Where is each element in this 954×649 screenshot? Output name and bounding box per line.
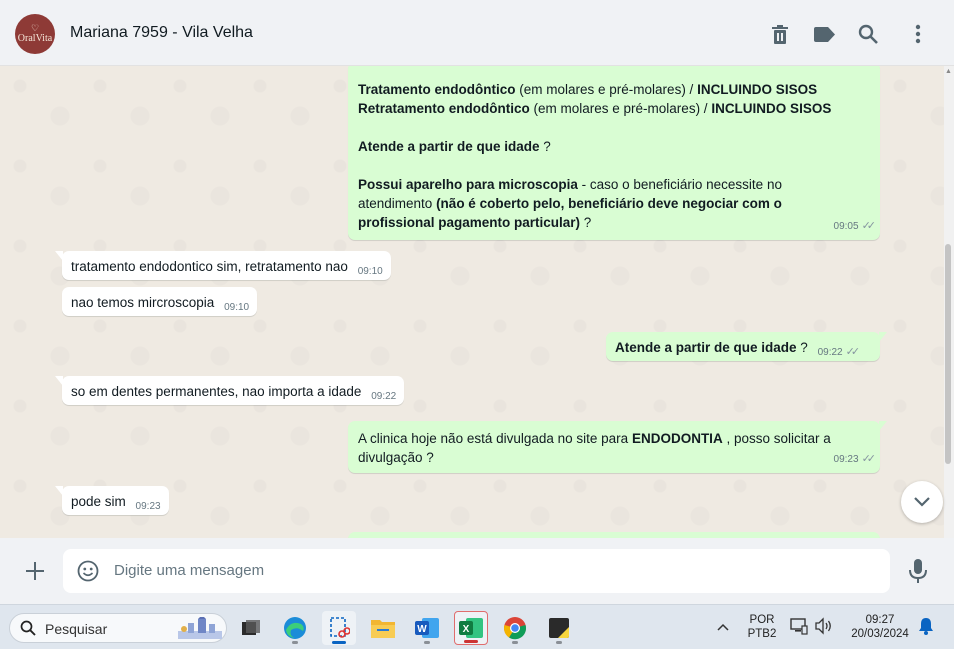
file-explorer-icon[interactable] bbox=[366, 611, 400, 645]
microphone-icon[interactable] bbox=[906, 558, 930, 584]
tooth-logo-icon: ♡ bbox=[30, 23, 40, 33]
notifications-bell-icon[interactable] bbox=[918, 617, 934, 640]
chat-scrollbar-thumb[interactable] bbox=[945, 244, 951, 464]
network-icon[interactable] bbox=[790, 617, 808, 640]
message-text: (em molares e pré-molares) / bbox=[515, 82, 698, 97]
sticky-notes-icon[interactable] bbox=[542, 611, 576, 645]
bubble-tail bbox=[55, 486, 63, 496]
message-line: Atende a partir de que idade ? bbox=[358, 137, 870, 156]
read-checkmarks-icon: ✓✓ bbox=[861, 453, 877, 465]
bubble-tail bbox=[879, 421, 887, 431]
svg-text:X: X bbox=[463, 624, 470, 635]
taskbar-search-label: Pesquisar bbox=[45, 621, 108, 637]
contact-name[interactable]: Mariana 7959 - Vila Velha bbox=[70, 24, 253, 42]
message-input-placeholder: Digite uma mensagem bbox=[114, 562, 265, 579]
avatar-logo-text: OralVita bbox=[17, 33, 53, 44]
message-input[interactable]: Digite uma mensagem bbox=[63, 549, 890, 593]
message-composer: Digite uma mensagem bbox=[0, 538, 954, 604]
volume-icon[interactable] bbox=[815, 617, 833, 640]
read-checkmarks-icon: ✓✓ bbox=[845, 346, 861, 358]
show-hidden-icons-chevron-up-icon[interactable] bbox=[717, 618, 729, 636]
more-vertical-icon[interactable] bbox=[906, 22, 930, 46]
message-line: A clinica hoje não está divulgada no sit… bbox=[358, 429, 858, 467]
message-text: (em molares e pré-molares) / bbox=[529, 101, 712, 116]
running-indicator bbox=[332, 641, 346, 644]
message-time: 09:10 bbox=[224, 302, 250, 313]
attach-plus-icon[interactable] bbox=[22, 558, 48, 584]
message-incoming[interactable]: pode sim 09:23 bbox=[55, 486, 169, 515]
taskbar-search-box[interactable]: Pesquisar bbox=[9, 613, 227, 643]
svg-text:W: W bbox=[417, 624, 427, 635]
language-code: POR bbox=[749, 614, 775, 626]
running-indicator bbox=[424, 641, 430, 644]
running-indicator bbox=[464, 640, 478, 643]
message-time: 09:22 bbox=[817, 347, 843, 358]
message-bold-text: Retratamento endodôntico bbox=[358, 101, 530, 116]
bubble-tail bbox=[55, 251, 63, 261]
message-incoming[interactable]: tratamento endodontico sim, retratamento… bbox=[55, 251, 391, 280]
search-icon[interactable] bbox=[856, 22, 880, 46]
message-incoming[interactable]: so em dentes permanentes, nao importa a … bbox=[55, 376, 405, 405]
clock-date: 20/03/2024 bbox=[851, 628, 909, 640]
chevron-down-icon bbox=[914, 497, 930, 507]
message-outgoing[interactable]: Atende a partir de que idade ? 09:22 ✓✓ bbox=[606, 332, 887, 361]
message-time: 09:22 bbox=[371, 391, 397, 402]
trash-icon[interactable] bbox=[768, 22, 792, 46]
contact-avatar[interactable]: ♡ OralVita bbox=[15, 14, 55, 54]
message-time: 09:23 bbox=[833, 454, 859, 465]
windows-taskbar: Pesquisar W X POR PTB2 09:27 20/03/2024 bbox=[0, 604, 954, 649]
chrome-icon[interactable] bbox=[498, 611, 532, 645]
message-text: ? bbox=[796, 340, 808, 355]
message-list[interactable]: Tratamento endodôntico (em molares e pré… bbox=[0, 66, 954, 538]
message-text: ? bbox=[580, 215, 592, 230]
bubble-tail bbox=[879, 332, 887, 342]
scroll-to-bottom-button[interactable] bbox=[901, 481, 943, 523]
clock-time: 09:27 bbox=[865, 614, 895, 626]
message-time: 09:10 bbox=[357, 266, 383, 277]
message-text: A clinica hoje não está divulgada no sit… bbox=[358, 431, 632, 446]
message-bold-text: Tratamento endodôntico bbox=[358, 82, 516, 97]
scroll-up-arrow-icon[interactable]: ▲ bbox=[945, 68, 952, 75]
message-line: Retratamento endodôntico (em molares e p… bbox=[358, 99, 870, 118]
message-line: Tratamento endodôntico (em molares e pré… bbox=[358, 80, 870, 99]
chat-header: ♡ OralVita Mariana 7959 - Vila Velha bbox=[0, 0, 954, 66]
message-bold-text: Atende a partir de que idade bbox=[615, 340, 797, 355]
message-text: so em dentes permanentes, nao importa a … bbox=[71, 384, 362, 399]
message-text: tratamento endodontico sim, retratamento… bbox=[71, 259, 348, 274]
message-time: 09:05 bbox=[833, 221, 859, 232]
system-clock[interactable]: 09:27 20/03/2024 bbox=[846, 613, 914, 641]
message-text: nao temos mircroscopia bbox=[71, 295, 215, 310]
message-bold-text: ENDODONTIA bbox=[631, 431, 723, 446]
excel-icon[interactable]: X bbox=[454, 611, 488, 645]
message-bold-text: Possui aparelho para microscopia bbox=[358, 177, 578, 192]
message-bold-text: INCLUINDO SISOS bbox=[711, 101, 832, 116]
running-indicator bbox=[292, 641, 298, 644]
edge-browser-icon[interactable] bbox=[278, 611, 312, 645]
word-icon[interactable]: W bbox=[410, 611, 444, 645]
message-meta: 09:05 ✓✓ bbox=[833, 215, 877, 236]
message-line: Possui aparelho para microscopia - caso … bbox=[358, 175, 828, 232]
message-time: 09:23 bbox=[135, 501, 161, 512]
message-outgoing[interactable]: Tratamento endodôntico (em molares e pré… bbox=[348, 66, 880, 240]
emoji-icon[interactable] bbox=[77, 560, 99, 582]
message-meta: 09:23 ✓✓ bbox=[833, 448, 877, 469]
running-indicator bbox=[556, 641, 562, 644]
search-highlight-icon bbox=[178, 617, 222, 639]
message-bold-text: INCLUINDO SISOS bbox=[697, 82, 818, 97]
read-checkmarks-icon: ✓✓ bbox=[861, 220, 877, 232]
message-text: pode sim bbox=[71, 494, 126, 509]
keyboard-layout: PTB2 bbox=[747, 628, 777, 640]
bubble-tail bbox=[55, 376, 63, 386]
input-language-indicator[interactable]: POR PTB2 bbox=[746, 613, 778, 641]
message-text: ? bbox=[539, 139, 551, 154]
running-indicator bbox=[512, 641, 518, 644]
message-outgoing[interactable]: A clinica hoje não está divulgada no sit… bbox=[348, 421, 887, 473]
message-bold-text: Atende a partir de que idade bbox=[358, 139, 540, 154]
label-icon[interactable] bbox=[812, 22, 836, 46]
search-icon bbox=[20, 620, 36, 636]
task-view-icon[interactable] bbox=[234, 611, 268, 645]
snipping-tool-icon[interactable] bbox=[322, 611, 356, 645]
message-meta: 09:22 ✓✓ bbox=[817, 343, 861, 358]
message-incoming[interactable]: nao temos mircroscopia 09:10 bbox=[62, 287, 258, 316]
